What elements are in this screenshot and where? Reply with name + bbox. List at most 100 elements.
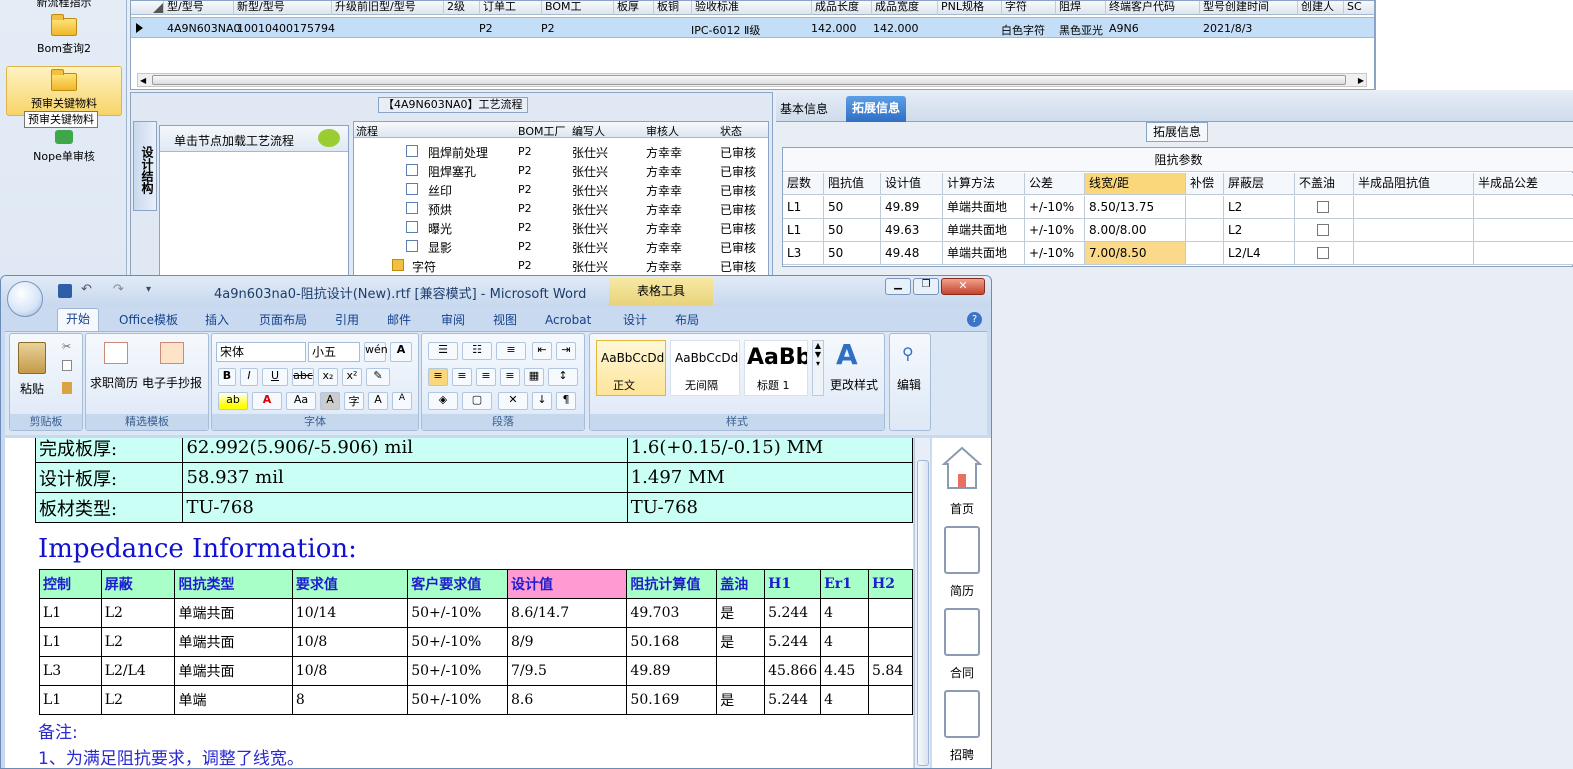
tab-design[interactable]: 设计: [619, 310, 651, 330]
ext-col-header[interactable]: 公差: [1025, 173, 1085, 195]
grid-cell[interactable]: 142.000: [873, 22, 919, 35]
grid-cell[interactable]: A9N6: [1109, 22, 1139, 35]
ext-cell[interactable]: L1: [783, 196, 824, 219]
impedance-cell[interactable]: 单端共面: [174, 627, 293, 657]
change-case-icon[interactable]: Aa: [286, 392, 316, 410]
redo-icon[interactable]: ↷: [113, 282, 124, 297]
align-left-icon[interactable]: ≡: [428, 368, 448, 386]
bold-icon[interactable]: B: [218, 368, 236, 386]
impedance-cell[interactable]: 8.6/14.7: [506, 598, 628, 628]
ext-col-header[interactable]: 计算方法: [943, 173, 1025, 195]
grid-cell[interactable]: P2: [541, 22, 555, 35]
ext-cell[interactable]: 50: [824, 242, 881, 265]
multilevel-icon[interactable]: ≡: [496, 342, 526, 360]
grid-cell[interactable]: 白色字符: [1001, 22, 1045, 38]
format-painter-icon[interactable]: [62, 382, 72, 394]
styles-scroll[interactable]: ▲ ▼ ▾: [812, 340, 824, 396]
copy-icon[interactable]: [62, 360, 72, 371]
impedance-cell[interactable]: L2: [100, 598, 176, 628]
tab-ext-info[interactable]: 拓展信息: [846, 96, 907, 122]
grid-cell[interactable]: 2021/8/3: [1203, 22, 1252, 35]
grid-cell[interactable]: 4A9N603NA0: [167, 22, 241, 35]
no-cover-oil-checkbox[interactable]: [1295, 219, 1354, 242]
ext-cell[interactable]: 单端共面地: [943, 242, 1025, 265]
tab-office-templates[interactable]: Office模板: [115, 310, 182, 330]
impedance-col-header[interactable]: 屏蔽: [100, 569, 176, 599]
enclose-char-icon[interactable]: 字: [344, 392, 364, 410]
impedance-cell[interactable]: L2: [100, 685, 176, 715]
shrink-font-icon[interactable]: A: [392, 392, 412, 410]
process-row[interactable]: 字符 P2 张仕兴 方幸幸 已审核: [354, 256, 768, 275]
impedance-cell[interactable]: 50+/-10%: [407, 598, 508, 628]
ext-col-header[interactable]: 半成品阻抗值: [1354, 173, 1474, 195]
scroll-right-icon[interactable]: ▶: [1358, 76, 1364, 85]
grid-col-header[interactable]: 成品宽度: [871, 1, 919, 15]
ext-cell[interactable]: 49.48: [881, 242, 943, 265]
office-button[interactable]: [7, 281, 43, 317]
ext-col-header[interactable]: 补偿: [1186, 173, 1224, 195]
ext-cell[interactable]: 8.00/8.00: [1085, 219, 1186, 242]
scrollbar-thumb[interactable]: [152, 75, 1346, 85]
no-cover-oil-checkbox[interactable]: [1295, 196, 1354, 219]
style-normal[interactable]: AaBbCcDd 正文: [596, 340, 666, 396]
nav-item-bom-query[interactable]: Bom查询2: [6, 14, 122, 62]
ext-cell[interactable]: 49.63: [881, 219, 943, 242]
grid-cell[interactable]: 黑色亚光: [1059, 22, 1103, 38]
doc-scroll-thumb[interactable]: [917, 460, 929, 766]
ext-cell[interactable]: L1: [783, 219, 824, 242]
line-spacing-icon[interactable]: ↕: [548, 368, 578, 386]
edit-button[interactable]: 编辑: [897, 376, 921, 393]
impedance-cell[interactable]: 5.244: [764, 685, 822, 715]
impedance-col-header[interactable]: 设计值: [506, 569, 628, 599]
font-color-icon[interactable]: A: [252, 392, 282, 410]
qat-dropdown-icon[interactable]: ▾: [146, 284, 151, 295]
grid-cell[interactable]: 10010400175794: [237, 22, 335, 35]
grid-col-header[interactable]: 2级: [443, 1, 465, 15]
impedance-cell[interactable]: 5.244: [764, 598, 822, 628]
impedance-cell[interactable]: 单端: [174, 685, 293, 715]
ext-cell[interactable]: 50: [824, 196, 881, 219]
ext-cell[interactable]: [1186, 219, 1224, 242]
ext-cell[interactable]: L2: [1224, 219, 1295, 242]
ext-cell[interactable]: 7.00/8.50: [1085, 242, 1186, 265]
newspaper-button[interactable]: 电子手抄报: [142, 374, 202, 391]
impedance-cell[interactable]: L1: [39, 598, 102, 628]
impedance-col-header[interactable]: 控制: [39, 569, 102, 599]
cut-icon[interactable]: ✂: [62, 340, 71, 353]
newspaper-icon[interactable]: [160, 342, 184, 364]
grid-col-header[interactable]: 验收标准: [691, 1, 739, 15]
tab-insert[interactable]: 插入: [201, 310, 233, 330]
grid-col-header[interactable]: 创建人: [1297, 1, 1334, 15]
ext-cell[interactable]: 单端共面地: [943, 196, 1025, 219]
resume-doc-icon[interactable]: [944, 526, 980, 574]
impedance-cell[interactable]: 10/8: [291, 627, 409, 657]
impedance-col-header[interactable]: 要求值: [291, 569, 409, 599]
doc-vertical-scrollbar[interactable]: [914, 438, 930, 768]
ext-cell[interactable]: 8.50/13.75: [1085, 196, 1186, 219]
minimize-icon[interactable]: ▁: [885, 278, 911, 295]
strikethrough-icon[interactable]: abc: [292, 368, 314, 386]
ext-cell[interactable]: [1186, 242, 1224, 265]
impedance-cell[interactable]: L1: [39, 685, 102, 715]
spec-cell[interactable]: 58.937 mil: [182, 462, 628, 493]
impedance-cell[interactable]: 7/9.5: [506, 656, 628, 686]
impedance-cell[interactable]: 8.6: [506, 685, 628, 715]
grid-col-header[interactable]: 型/型号: [163, 1, 204, 15]
impedance-cell[interactable]: 50.169: [626, 685, 718, 715]
underline-icon[interactable]: U: [262, 368, 288, 386]
scroll-left-icon[interactable]: ◀: [140, 76, 146, 85]
char-shading-icon[interactable]: A: [320, 392, 340, 410]
grid-col-header[interactable]: 终端客户代码: [1105, 1, 1175, 15]
impedance-cell[interactable]: 4: [820, 685, 870, 715]
impedance-cell[interactable]: 8/9: [506, 627, 628, 657]
side-contract[interactable]: 合同: [950, 664, 974, 681]
spec-cell[interactable]: 1.497 MM: [626, 462, 913, 493]
spec-cell[interactable]: 1.6(+0.15/-0.15) MM: [626, 438, 913, 463]
grid-cell[interactable]: IPC-6012 Ⅱ级: [691, 22, 760, 38]
horizontal-scrollbar[interactable]: ◀ ▶: [137, 73, 1367, 87]
home-icon[interactable]: [941, 446, 983, 490]
phonetic-icon[interactable]: wén: [364, 342, 388, 362]
undo-icon[interactable]: ↶: [81, 282, 92, 297]
tab-basic-info[interactable]: 基本信息: [780, 100, 828, 117]
style-no-spacing[interactable]: AaBbCcDd 无间隔: [670, 340, 740, 396]
